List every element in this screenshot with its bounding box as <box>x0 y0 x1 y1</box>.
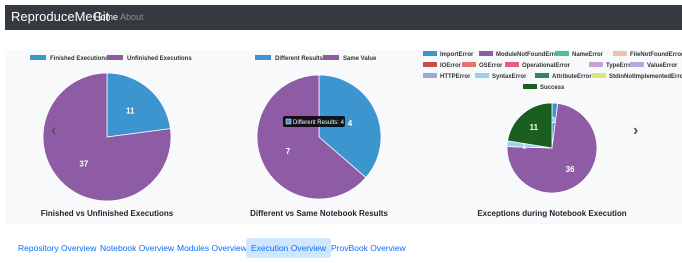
tab-modules-overview[interactable]: Modules Overview <box>172 238 252 258</box>
pie-chart-executions: 11 37 <box>42 72 172 202</box>
legend-label-exception: AttributeError <box>552 74 592 80</box>
legend-swatch-exception <box>462 62 476 67</box>
pie-1-value-label: 7 <box>286 147 291 156</box>
legend-label-exception: HTTPError <box>440 74 471 80</box>
legend-swatch-exception <box>589 62 603 67</box>
pie-1-value-label: 4 <box>348 119 353 128</box>
carousel-next-icon[interactable]: › <box>633 122 638 140</box>
chart-3: ImportError ModuleNotFoundError NameError F… <box>423 51 682 218</box>
tab-repository-overview[interactable]: Repository Overview <box>13 238 101 258</box>
legend-label-exception: IOError <box>440 63 462 69</box>
legend-label-exception: Success <box>540 85 565 91</box>
pie-0-value-label: 37 <box>79 159 88 168</box>
legend-swatch-unfinished <box>107 55 123 60</box>
legend-label-exception: StdinNotImplementedError <box>609 74 682 80</box>
legend-label-exception: NameError <box>572 52 604 58</box>
legend-label-exception: SyntaxError <box>492 74 527 80</box>
tooltip-swatch <box>285 118 292 125</box>
pie-0-value-label: 11 <box>126 107 135 116</box>
legend-label-unfinished: Unfinished Executions <box>127 56 192 62</box>
nav-home-link[interactable]: Home <box>94 12 118 22</box>
tab-execution-overview[interactable]: Execution Overview <box>246 238 332 258</box>
legend-swatch-same <box>323 55 339 60</box>
legend-swatch-exception <box>423 73 437 78</box>
legend-label-exception: ImportError <box>440 52 474 58</box>
pie-2-value-label: 11 <box>530 123 539 132</box>
legend-swatch-exception <box>613 51 627 56</box>
legend-label-exception: ModuleNotFoundError <box>496 52 561 58</box>
pie-chart-results: 47 <box>256 74 382 200</box>
legend-label-exception: OSError <box>479 63 503 69</box>
pie-0-slice[interactable] <box>106 72 171 138</box>
legend-swatch-finished <box>30 55 46 60</box>
carousel-prev-icon[interactable]: ‹ <box>51 122 56 140</box>
legend-swatch-exception <box>630 62 644 67</box>
chart-title-results: Different vs Same Notebook Results <box>250 209 388 218</box>
tab-notebook-overview[interactable]: Notebook Overview <box>95 238 179 258</box>
legend-swatch-different <box>255 55 271 60</box>
legend-swatch-exception <box>423 51 437 56</box>
overview-tabs: Repository Overview Notebook Overview Mo… <box>5 238 682 260</box>
legend-swatch-exception <box>555 51 569 56</box>
legend-label-exception: OperationalError <box>522 63 571 69</box>
nav-about-link[interactable]: About <box>120 12 144 22</box>
chart-title-executions: Finished vs Unfinished Executions <box>41 209 174 218</box>
legend-swatch-exception <box>592 73 606 78</box>
legend-label-exception: FileNotFoundError <box>630 52 682 58</box>
legend-swatch-exception <box>535 73 549 78</box>
legend-swatch-exception <box>423 62 437 67</box>
tab-provbook-overview[interactable]: ProvBook Overview <box>326 238 411 258</box>
legend-label-different: Different Results <box>275 56 324 62</box>
tooltip-text: Different Results: 4 <box>293 120 345 126</box>
pie-chart-exceptions: 136111 <box>506 102 598 194</box>
legend-label-same: Same Value <box>343 56 377 62</box>
legend-swatch-exception <box>505 62 519 67</box>
legend-label-exception: ValueError <box>647 63 678 69</box>
legend-swatch-exception <box>479 51 493 56</box>
legend-exceptions: ImportError ModuleNotFoundError NameError F… <box>423 51 682 91</box>
legend-swatch-exception <box>475 73 489 78</box>
charts-svg: Finished Executions Unfinished Execution… <box>30 51 682 218</box>
chart-title-exceptions: Exceptions during Notebook Execution <box>477 209 626 218</box>
legend-label-finished: Finished Executions <box>50 56 109 62</box>
chart-2: Different Results Same Value 47 Differen… <box>250 55 388 218</box>
pie-2-value-label: 36 <box>566 165 575 174</box>
chart-carousel: Finished Executions Unfinished Execution… <box>5 50 682 224</box>
legend-swatch-exception <box>523 84 537 89</box>
navbar: ReproduceMeGit Home About <box>5 5 682 30</box>
